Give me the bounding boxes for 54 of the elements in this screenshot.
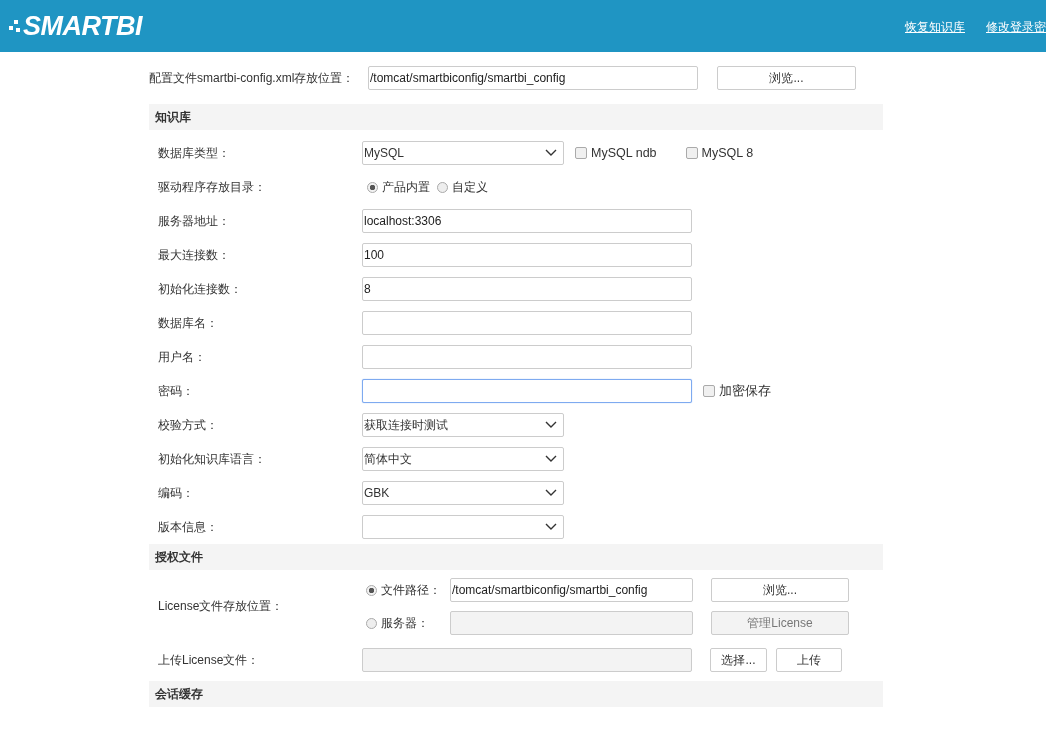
radio-dot[interactable]: [437, 181, 448, 193]
field-label: 服务器地址：: [157, 212, 231, 230]
field-label: 数据库类型：: [157, 144, 231, 162]
field-label: 用户名：: [157, 348, 207, 366]
checkbox[interactable]: [685, 147, 698, 159]
action-button[interactable]: 浏览...: [711, 578, 849, 602]
checkbox-label[interactable]: MySQL 8: [701, 146, 754, 160]
field-label: 版本信息：: [157, 518, 219, 536]
chevron-icon: [545, 421, 557, 429]
dropdown[interactable]: GBK: [362, 481, 564, 505]
field-label: License文件存放位置：: [157, 598, 285, 615]
field-label: 密码：: [157, 382, 195, 400]
logo-icon: [8, 18, 22, 34]
section-header: 会话缓存: [149, 681, 883, 707]
logo-text: SMARTBI: [23, 10, 142, 42]
chevron-icon: [545, 149, 557, 157]
radio-label[interactable]: 自定义: [452, 178, 488, 196]
checkbox[interactable]: [575, 147, 587, 159]
radio-label[interactable]: 产品内置: [382, 178, 430, 196]
checkbox[interactable]: [703, 385, 715, 397]
dropdown[interactable]: MySQL: [362, 141, 564, 165]
chevron-icon: [545, 455, 557, 463]
field-label: 驱动程序存放目录：: [157, 178, 267, 196]
dropdown[interactable]: [362, 515, 564, 539]
section-header: 知识库: [149, 104, 883, 130]
dropdown[interactable]: 简体中文: [362, 447, 564, 471]
field-label: 初始化连接数：: [157, 280, 243, 298]
field-label: 初始化知识库语言：: [157, 450, 267, 468]
checkbox-label[interactable]: MySQL ndb: [591, 146, 657, 160]
chevron-icon: [545, 523, 557, 531]
path-field[interactable]: /tomcat/smartbiconfig/smartbi_config: [450, 578, 693, 602]
action-button[interactable]: 上传: [776, 648, 842, 672]
field-label: 数据库名：: [157, 314, 219, 332]
text-field[interactable]: 8: [362, 277, 692, 301]
field-label: 配置文件smartbi-config.xml存放位置：: [149, 69, 356, 87]
path-field[interactable]: /tomcat/smartbiconfig/smartbi_config: [368, 66, 698, 90]
field-label: 上传License文件：: [157, 651, 261, 669]
dropdown[interactable]: 获取连接时测试: [362, 413, 564, 437]
section-header: 授权文件: [149, 544, 883, 570]
radio-label[interactable]: 文件路径：: [381, 581, 448, 599]
action-button[interactable]: 选择...: [710, 648, 767, 672]
browse-button[interactable]: 浏览...: [717, 66, 856, 90]
text-field[interactable]: [362, 345, 692, 369]
text-field[interactable]: [362, 379, 692, 403]
field-label: 编码：: [157, 484, 195, 502]
text-field[interactable]: 100: [362, 243, 692, 267]
checkbox-label[interactable]: 加密保存: [719, 382, 771, 400]
radio-dot[interactable]: [367, 181, 378, 193]
radio-dot[interactable]: [366, 584, 377, 596]
text-field[interactable]: localhost:3306: [362, 209, 692, 233]
chevron-icon: [545, 489, 557, 497]
text-field[interactable]: [362, 311, 692, 335]
field-label: 校验方式：: [157, 416, 219, 434]
field-label: 最大连接数：: [157, 246, 231, 264]
